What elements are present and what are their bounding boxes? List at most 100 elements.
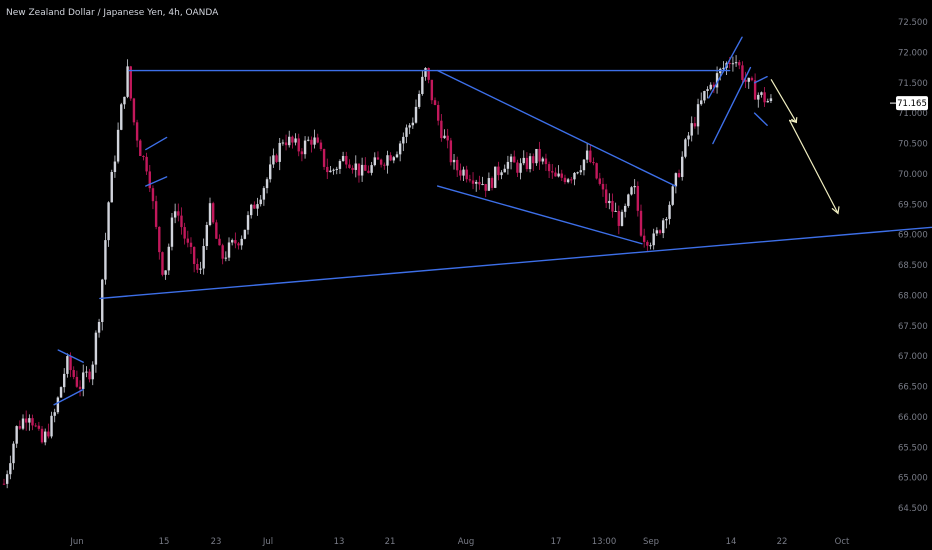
candle-body (364, 164, 367, 171)
candle-body (513, 156, 516, 163)
candle-body (557, 173, 560, 177)
candle-body (696, 104, 700, 127)
time-axis[interactable]: Jun 15 23 Jul 13 21 Aug 17 13:00 Sep 14 22 Oct (69, 537, 850, 547)
y-tick-label: 72.000 (898, 48, 928, 58)
candle-body (538, 148, 541, 162)
price-axis[interactable]: 72.500 72.000 71.500 71.000 70.500 70.000 69.5… (898, 18, 928, 514)
candle-body (120, 104, 123, 130)
candle-body (284, 142, 288, 146)
candle-body (357, 163, 361, 176)
candle-body (639, 210, 643, 236)
candle-body (243, 229, 247, 239)
candle-body (170, 217, 174, 247)
candle-body (310, 139, 313, 145)
candle-body (452, 159, 456, 163)
candle-body (408, 125, 411, 128)
drawings-layer (53, 36, 932, 406)
candle-body (535, 148, 538, 164)
candle-body (731, 63, 735, 65)
candle-body (443, 135, 446, 139)
x-tick-label: 21 (385, 537, 396, 547)
pullback-bottom-line (753, 112, 768, 126)
candle-body (668, 204, 671, 219)
candle-body (307, 139, 310, 141)
candle-body (240, 238, 243, 246)
candle-body (592, 162, 595, 164)
candle-body (72, 370, 75, 377)
candle-body (322, 149, 326, 167)
candle-body (595, 163, 598, 179)
candle-body (21, 418, 25, 429)
candle-body (566, 179, 570, 183)
candle-body (525, 157, 529, 170)
candle-body (620, 211, 624, 226)
candle-body (126, 66, 129, 97)
y-tick-label: 70.500 (898, 140, 928, 150)
candle-body (405, 127, 408, 137)
candle-body (386, 155, 389, 166)
candle-body (398, 143, 402, 155)
candle-body (522, 157, 525, 164)
candle-body (161, 252, 164, 275)
candle-body (497, 166, 500, 176)
candle-body (211, 203, 215, 223)
y-tick-label: 69.000 (898, 231, 928, 241)
candle-body (576, 172, 579, 174)
pullback-top-line (753, 75, 768, 84)
candle-body (234, 240, 237, 244)
candle-body (101, 279, 104, 322)
candle-body (59, 387, 63, 398)
candle-body (47, 431, 50, 437)
candle-body (158, 226, 161, 253)
candle-body (78, 386, 82, 389)
candle-body (661, 220, 665, 234)
candles-layer (2, 55, 773, 489)
y-tick-label: 68.000 (898, 291, 928, 301)
candle-body (259, 199, 262, 205)
candle-body (734, 62, 738, 64)
candle-body (614, 210, 617, 212)
price-tag-label: 71.165 (897, 99, 927, 109)
candle-body (66, 356, 69, 374)
candlestick-chart[interactable]: 72.500 72.000 71.500 71.000 70.500 70.000 69.5… (0, 0, 932, 550)
candle-body (769, 98, 773, 102)
candle-body (329, 170, 332, 173)
candle-body (440, 120, 443, 139)
y-tick-label: 72.500 (898, 18, 928, 28)
candle-body (532, 156, 535, 164)
candle-body (104, 240, 107, 280)
y-tick-label: 66.500 (898, 383, 928, 393)
candle-body (91, 364, 94, 380)
candle-body (294, 138, 297, 143)
candle-body (275, 155, 278, 162)
candle-body (579, 170, 582, 173)
candle-body (237, 243, 240, 246)
candle-body (351, 167, 354, 170)
candle-body (265, 179, 269, 189)
candle-body (414, 106, 418, 123)
candle-body (750, 77, 754, 81)
x-tick-label: 13 (334, 537, 345, 547)
candle-body (741, 65, 744, 80)
candle-body (56, 397, 60, 413)
candle-body (674, 173, 678, 187)
candle-body (551, 171, 554, 173)
x-tick-label: 14 (726, 537, 737, 547)
x-tick-label: Sep (643, 537, 659, 547)
candle-body (608, 200, 611, 204)
candle-body (173, 211, 177, 218)
y-tick-label: 70.000 (898, 170, 928, 180)
candle-body (589, 150, 592, 163)
candle-body (700, 100, 703, 105)
x-tick-label: Jun (69, 537, 83, 547)
candle-body (69, 356, 72, 371)
candle-body (326, 166, 329, 173)
x-tick-label: 13:00 (592, 537, 617, 547)
candle-body (291, 136, 294, 143)
candle-body (462, 169, 465, 176)
candle-body (494, 166, 497, 188)
candle-body (97, 321, 101, 333)
candle-body (281, 142, 285, 144)
candle-body (544, 158, 548, 165)
y-tick-label: 64.500 (898, 504, 928, 514)
